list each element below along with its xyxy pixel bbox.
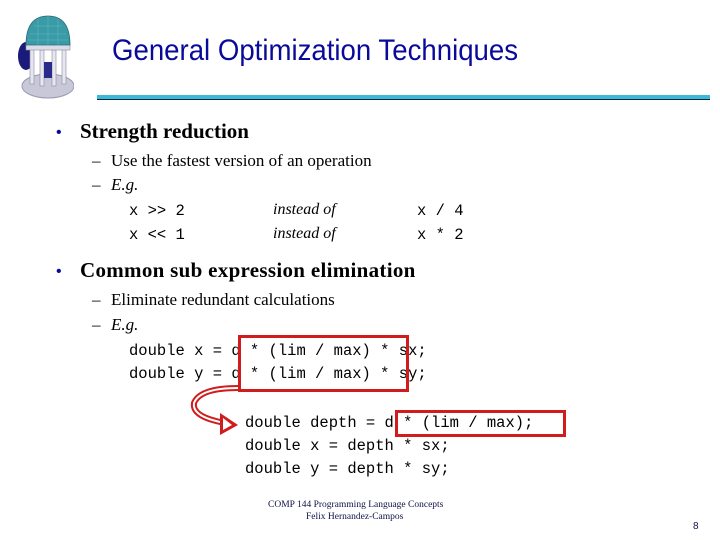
slow-op-code: x * 2 <box>417 226 464 244</box>
dash-icon: – <box>92 151 101 170</box>
footer-author: Felix Hernandez-Campos <box>306 512 404 522</box>
code-line-after: double x = depth * sx; <box>245 437 450 455</box>
sub-item-eg: E.g. <box>111 315 139 334</box>
section-heading-cse: Common sub expression elimination <box>80 258 416 282</box>
instead-of-label: instead of <box>273 225 336 242</box>
slide-title: General Optimization Techniques <box>112 34 519 67</box>
footer-course: COMP 144 Programming Language Concepts <box>268 500 444 510</box>
code-prefix: double y = <box>129 365 232 383</box>
title-divider <box>97 95 710 100</box>
curved-arrow-icon <box>186 385 246 440</box>
sub-item-eg: E.g. <box>111 175 139 194</box>
common-subexpression-highlight-box <box>395 410 566 437</box>
code-prefix: double depth = <box>245 414 385 432</box>
bullet-icon: • <box>56 263 62 280</box>
dash-icon: – <box>92 315 101 334</box>
section-heading-strength-reduction: Strength reduction <box>80 119 249 143</box>
sub-item: Use the fastest version of an operation <box>111 151 372 170</box>
common-subexpression-highlight-box <box>238 335 409 392</box>
code-prefix: double x = <box>129 342 232 360</box>
bullet-icon: • <box>56 124 62 141</box>
old-well-logo-icon <box>16 14 75 100</box>
fast-op-code: x >> 2 <box>129 202 185 220</box>
dash-icon: – <box>92 175 101 194</box>
code-line-after: double y = depth * sy; <box>245 460 450 478</box>
slow-op-code: x / 4 <box>417 202 464 220</box>
instead-of-label: instead of <box>273 201 336 218</box>
fast-op-code: x << 1 <box>129 226 185 244</box>
sub-item: Eliminate redundant calculations <box>111 290 335 309</box>
page-number: 8 <box>693 521 699 532</box>
dash-icon: – <box>92 290 101 309</box>
